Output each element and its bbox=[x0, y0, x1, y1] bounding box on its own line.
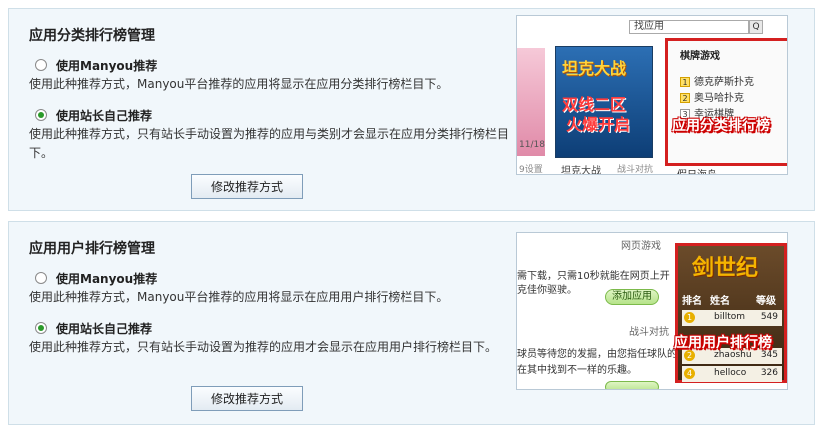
preview-tab: 网页游戏 bbox=[621, 241, 661, 252]
radio-manyou[interactable] bbox=[35, 272, 47, 284]
add-app-button bbox=[605, 381, 659, 389]
category-ranking-panel: 应用分类排行榜管理 使用Manyou推荐 使用此种推荐方式，Manyou平台推荐… bbox=[8, 8, 815, 211]
ranking-columns: 排名 姓名 等级 bbox=[682, 296, 776, 307]
thumbnail-caption: 9设置 bbox=[519, 165, 543, 175]
option-label[interactable]: 使用站长自己推荐 bbox=[56, 320, 152, 337]
option-description: 使用此种推荐方式，只有站长手动设置为推荐的应用才会显示在应用用户排行榜栏目下。 bbox=[29, 340, 498, 354]
user-ranking-preview: 网页游戏 需下载，只需10秒就能在网页上开 克佳你驱驶。 添加应用 战斗对抗 球… bbox=[516, 232, 788, 390]
option-description: 使用此种推荐方式，只有站长手动设置为推荐的应用与类别才会显示在应用分类排行榜栏目… bbox=[29, 127, 510, 160]
modify-recommend-button[interactable]: 修改推荐方式 bbox=[191, 174, 303, 199]
option-label[interactable]: 使用Manyou推荐 bbox=[56, 270, 157, 287]
tank-battle-banner: 坦克大战 双线二区 火爆开启 bbox=[555, 46, 653, 158]
section-title: 应用用户排行榜管理 bbox=[29, 241, 155, 257]
radio-admin[interactable] bbox=[35, 109, 47, 121]
preview-search-input: 找应用 bbox=[629, 20, 749, 34]
banner-caption: 坦克大战 bbox=[561, 166, 601, 175]
radio-admin[interactable] bbox=[35, 322, 47, 334]
banner-title: 坦克大战 bbox=[562, 59, 627, 78]
preview-text: 在其中找到不一样的乐趣。 bbox=[517, 365, 637, 376]
search-icon: Q bbox=[749, 20, 763, 34]
section-title: 应用分类排行榜管理 bbox=[29, 28, 155, 44]
category-ranking-preview: 找应用 Q 11/18 9设置 坦克大战 双线二区 火爆开启 坦克大战 战斗对抗… bbox=[516, 15, 788, 175]
category-ranking-box: 棋牌游戏 1 德克萨斯扑克 2 奥马哈扑克 3 幸运棋牌 应用分类排行榜 bbox=[665, 38, 787, 166]
ranking-header: 棋牌游戏 bbox=[680, 51, 720, 62]
user-ranking-box: 剑世纪 排名 姓名 等级 1 billtom 549 2 zhaoshu 345 4… bbox=[674, 243, 787, 383]
preview-text: 克佳你驱驶。 bbox=[517, 285, 577, 296]
preview-text: 球员等待您的发掘，由您指任球队的 bbox=[517, 349, 677, 360]
ranking-item: 假日海岛 bbox=[677, 166, 717, 174]
thumbnail-date: 11/18 bbox=[519, 140, 545, 150]
table-row: 4 helloco 326 bbox=[682, 366, 782, 382]
banner-line2: 火爆开启 bbox=[566, 115, 631, 134]
option-label[interactable]: 使用站长自己推荐 bbox=[56, 107, 152, 124]
user-ranking-panel: 应用用户排行榜管理 使用Manyou推荐 使用此种推荐方式，Manyou平台推荐… bbox=[8, 221, 815, 425]
preview-text: 需下载，只需10秒就能在网页上开 bbox=[517, 271, 670, 282]
option-label[interactable]: 使用Manyou推荐 bbox=[56, 57, 157, 74]
ranking-item: 2 奥马哈扑克 bbox=[680, 89, 744, 104]
game-logo: 剑世纪 bbox=[692, 256, 759, 281]
radio-manyou[interactable] bbox=[35, 59, 47, 71]
table-row: 1 billtom 549 bbox=[682, 310, 782, 326]
game-thumbnail: 11/18 bbox=[517, 48, 545, 156]
add-app-button: 添加应用 bbox=[605, 289, 659, 305]
overlay-label: 应用用户排行榜 bbox=[674, 335, 772, 351]
preview-tab: 战斗对抗 bbox=[629, 327, 669, 338]
banner-category: 战斗对抗 bbox=[617, 165, 654, 175]
overlay-label: 应用分类排行榜 bbox=[672, 118, 770, 134]
option-description: 使用此种推荐方式，Manyou平台推荐的应用将显示在应用用户排行榜栏目下。 bbox=[29, 290, 449, 304]
ranking-item: 1 德克萨斯扑克 bbox=[680, 73, 754, 88]
modify-recommend-button[interactable]: 修改推荐方式 bbox=[191, 386, 303, 411]
option-description: 使用此种推荐方式，Manyou平台推荐的应用将显示在应用分类排行榜栏目下。 bbox=[29, 77, 449, 91]
